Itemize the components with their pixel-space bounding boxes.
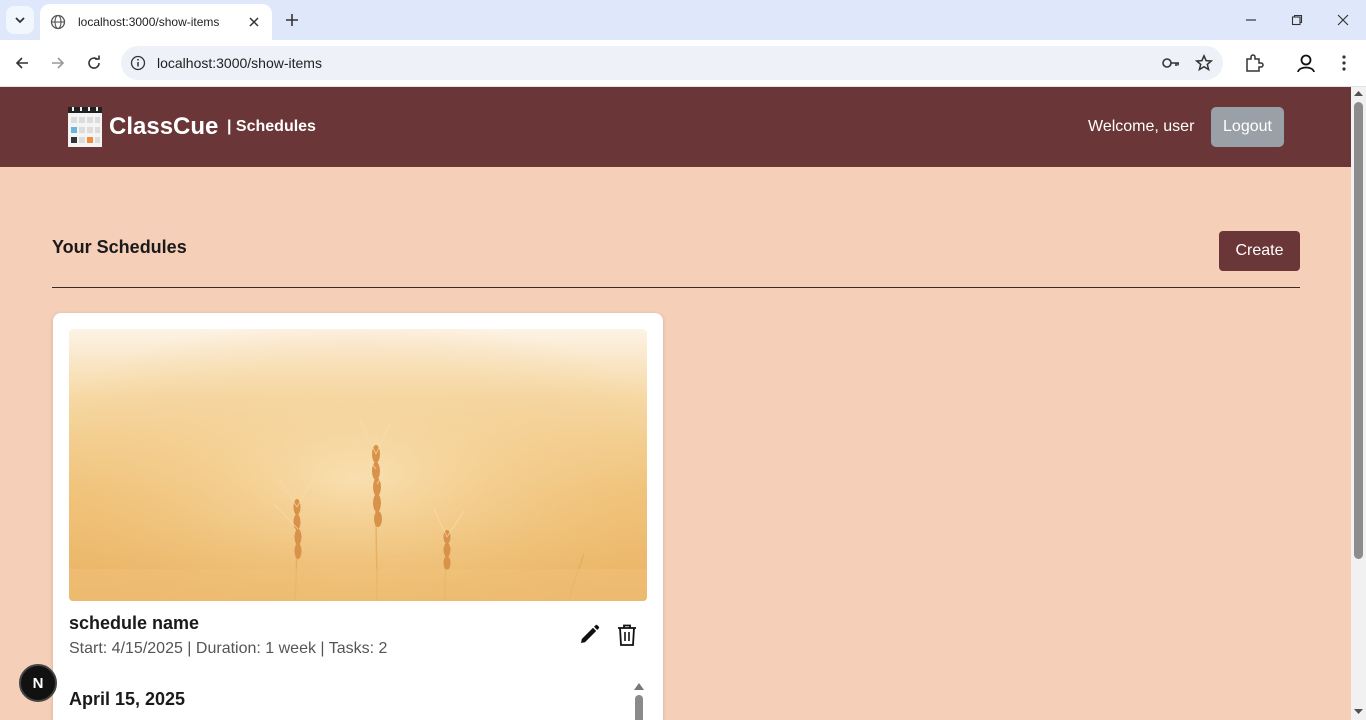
scrollbar-thumb[interactable] bbox=[1354, 102, 1363, 559]
browser-tab[interactable]: localhost:3000/show-items bbox=[40, 4, 272, 40]
calendar-logo-icon bbox=[68, 107, 102, 147]
profile-avatar-icon[interactable] bbox=[1296, 53, 1316, 73]
brand-name[interactable]: ClassCue bbox=[109, 113, 218, 141]
edit-button[interactable] bbox=[577, 622, 601, 648]
welcome-text: Welcome, user bbox=[1088, 118, 1195, 135]
divider bbox=[52, 287, 1300, 288]
close-window-button[interactable] bbox=[1331, 8, 1355, 32]
inner-scrollbar-thumb[interactable] bbox=[635, 695, 643, 720]
date-heading: April 15, 2025 bbox=[69, 689, 186, 709]
url-text: localhost:3000/show-items bbox=[157, 55, 322, 71]
minimize-icon bbox=[1246, 19, 1256, 21]
close-icon bbox=[1337, 14, 1349, 26]
scroll-up-icon[interactable] bbox=[1354, 89, 1363, 98]
section-title: | Schedules bbox=[227, 118, 316, 135]
bookmark-star-icon[interactable] bbox=[1194, 53, 1214, 73]
tab-title: localhost:3000/show-items bbox=[78, 15, 220, 29]
plus-icon bbox=[286, 14, 298, 26]
pencil-icon bbox=[581, 624, 600, 643]
restore-icon bbox=[1291, 14, 1303, 26]
password-key-icon[interactable] bbox=[1161, 53, 1181, 73]
forward-button[interactable] bbox=[45, 50, 71, 76]
chevron-down-icon bbox=[15, 17, 25, 24]
schedule-meta: Start: 4/15/2025 | Duration: 1 week | Ta… bbox=[69, 640, 388, 657]
tab-search-button[interactable] bbox=[6, 6, 34, 34]
reload-button[interactable] bbox=[81, 50, 107, 76]
logout-button[interactable]: Logout bbox=[1211, 107, 1284, 147]
create-button[interactable]: Create bbox=[1219, 231, 1300, 271]
back-button[interactable] bbox=[9, 50, 35, 76]
reload-icon bbox=[88, 55, 100, 69]
browser-tab-bar: localhost:3000/show-items bbox=[0, 0, 1366, 40]
inner-scroll-up-icon[interactable] bbox=[633, 681, 645, 691]
scroll-down-icon[interactable] bbox=[1354, 707, 1363, 716]
schedule-image bbox=[69, 329, 647, 601]
nextjs-dev-badge[interactable]: N bbox=[19, 664, 57, 702]
page-scrollbar[interactable] bbox=[1351, 87, 1366, 720]
site-info-icon[interactable] bbox=[129, 54, 147, 72]
arrow-right-icon bbox=[52, 57, 65, 69]
address-bar[interactable]: localhost:3000/show-items bbox=[121, 46, 1223, 80]
browser-toolbar: localhost:3000/show-items bbox=[0, 40, 1366, 87]
restore-button[interactable] bbox=[1285, 8, 1309, 32]
trash-icon bbox=[618, 624, 636, 646]
extensions-puzzle-icon[interactable] bbox=[1244, 53, 1264, 73]
schedule-card: schedule name Start: 4/15/2025 | Duratio… bbox=[53, 313, 663, 720]
app-header: ClassCue | Schedules Welcome, user Logou… bbox=[0, 87, 1351, 167]
page-title: Your Schedules bbox=[52, 237, 187, 257]
delete-button[interactable] bbox=[615, 622, 639, 648]
close-tab-icon[interactable] bbox=[246, 14, 262, 30]
new-tab-button[interactable] bbox=[280, 8, 304, 32]
schedule-name: schedule name bbox=[69, 613, 200, 633]
globe-icon bbox=[50, 14, 66, 30]
minimize-button[interactable] bbox=[1239, 8, 1263, 32]
menu-kebab-icon[interactable] bbox=[1334, 53, 1354, 73]
arrow-left-icon bbox=[15, 57, 28, 69]
